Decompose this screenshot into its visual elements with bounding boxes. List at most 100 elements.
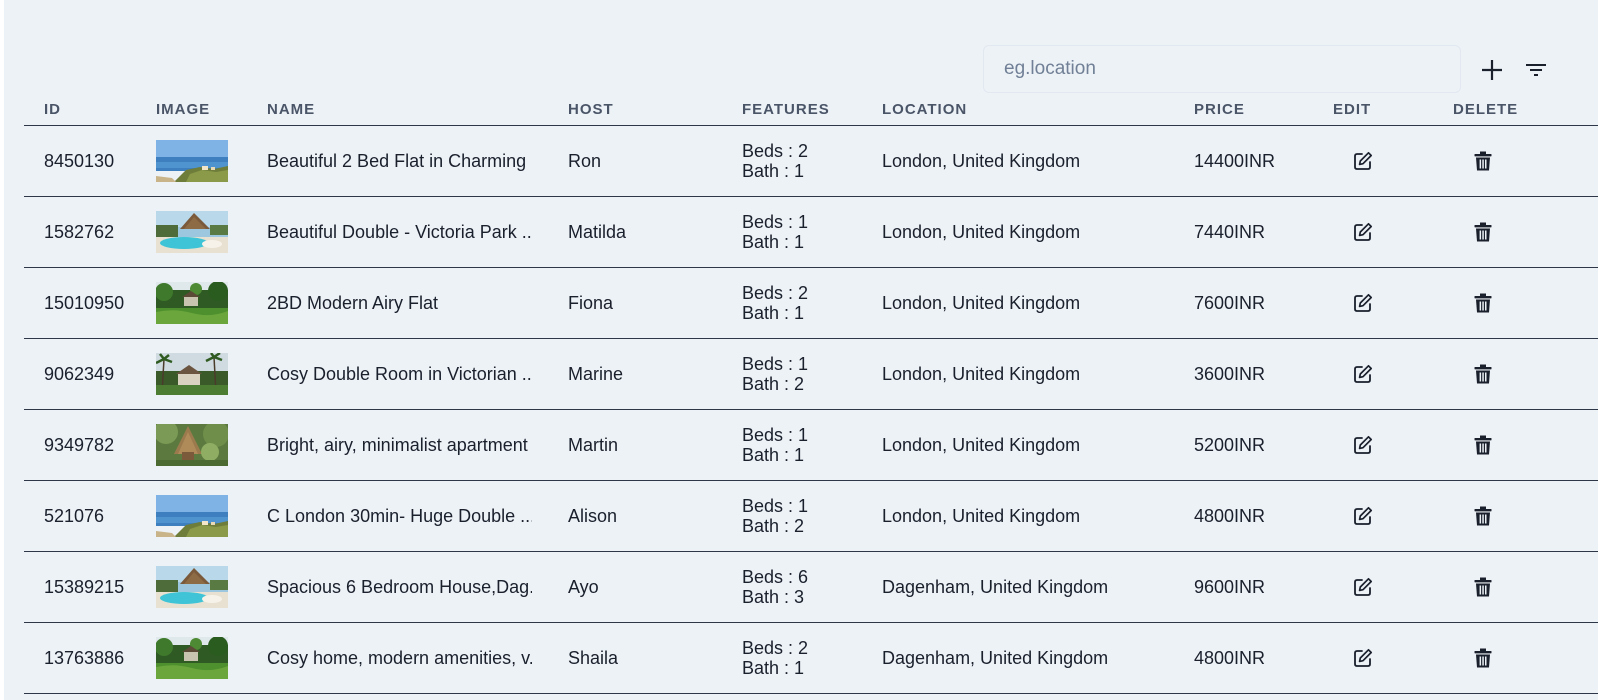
listing-name: C London 30min- Huge Double ... xyxy=(267,505,532,526)
edit-cell xyxy=(1350,410,1376,480)
listing-image-cell xyxy=(156,197,228,267)
table-row[interactable]: 15010950 2BD Modern Airy Flat Fiona Beds… xyxy=(24,268,1598,339)
delete-button[interactable] xyxy=(1470,290,1496,316)
edit-button[interactable] xyxy=(1350,432,1376,458)
filter-button[interactable] xyxy=(1519,53,1553,87)
listing-image xyxy=(156,637,228,679)
delete-cell xyxy=(1470,623,1496,693)
column-header-location[interactable]: LOCATION xyxy=(882,101,967,118)
delete-button[interactable] xyxy=(1470,361,1496,387)
bath-count: Bath : 2 xyxy=(742,374,805,394)
table-row[interactable]: 9062349 Cosy Double Room in Victorian ..… xyxy=(24,339,1598,410)
delete-button[interactable] xyxy=(1470,219,1496,245)
listing-image xyxy=(156,140,228,182)
listing-id: 15010950 xyxy=(44,292,125,313)
edit-cell xyxy=(1350,268,1376,338)
delete-cell xyxy=(1470,481,1496,551)
delete-button[interactable] xyxy=(1470,503,1496,529)
listing-location: London, United Kingdom xyxy=(882,434,1081,455)
table-header: ID IMAGE NAME HOST FEATURES LOCATION PRI… xyxy=(24,98,1598,126)
delete-button[interactable] xyxy=(1470,574,1496,600)
plus-icon xyxy=(1482,60,1502,80)
listing-name: Cosy Double Room in Victorian ... xyxy=(267,363,532,384)
column-header-name[interactable]: NAME xyxy=(267,101,315,118)
listing-price: 9600INR xyxy=(1194,576,1266,597)
listing-price: 4800INR xyxy=(1194,505,1266,526)
listing-price: 7600INR xyxy=(1194,292,1266,313)
table-body: 8450130 Beautiful 2 Bed Flat in Charming… xyxy=(24,126,1598,694)
table-row[interactable]: 1582762 Beautiful Double - Victoria Park… xyxy=(24,197,1598,268)
listing-id: 13763886 xyxy=(44,647,125,668)
beds-count: Beds : 2 xyxy=(742,283,809,303)
listing-host: Ayo xyxy=(568,576,599,597)
listing-host: Alison xyxy=(568,505,618,526)
delete-cell xyxy=(1470,339,1496,409)
column-header-delete: DELETE xyxy=(1453,101,1519,118)
edit-button[interactable] xyxy=(1350,148,1376,174)
edit-icon xyxy=(1354,435,1373,454)
listings-table: ID IMAGE NAME HOST FEATURES LOCATION PRI… xyxy=(24,98,1598,694)
table-row[interactable]: 521076 C London 30min- Huge Double ... A… xyxy=(24,481,1598,552)
trash-icon xyxy=(1474,577,1492,597)
delete-cell xyxy=(1470,410,1496,480)
listing-location: London, United Kingdom xyxy=(882,505,1081,526)
edit-cell xyxy=(1350,126,1376,196)
delete-button[interactable] xyxy=(1470,645,1496,671)
bath-count: Bath : 3 xyxy=(742,587,805,607)
edit-button[interactable] xyxy=(1350,574,1376,600)
listing-image-cell xyxy=(156,268,228,338)
listing-image-cell xyxy=(156,552,228,622)
listing-image xyxy=(156,424,228,466)
add-button[interactable] xyxy=(1475,53,1509,87)
listing-name: Bright, airy, minimalist apartment xyxy=(267,434,528,455)
listing-host: Martin xyxy=(568,434,619,455)
table-row[interactable]: 8450130 Beautiful 2 Bed Flat in Charming… xyxy=(24,126,1598,197)
bath-count: Bath : 1 xyxy=(742,445,805,465)
column-header-price[interactable]: PRICE xyxy=(1194,101,1245,118)
edit-icon xyxy=(1354,577,1373,596)
listing-features: Beds : 6 Bath : 3 xyxy=(742,552,808,622)
delete-button[interactable] xyxy=(1470,148,1496,174)
listing-image-cell xyxy=(156,481,228,551)
listing-location: London, United Kingdom xyxy=(882,292,1081,313)
edit-button[interactable] xyxy=(1350,290,1376,316)
listing-price: 3600INR xyxy=(1194,363,1266,384)
toolbar xyxy=(983,45,1546,95)
edit-button[interactable] xyxy=(1350,219,1376,245)
listing-name: Spacious 6 Bedroom House,Dag... xyxy=(267,576,532,597)
trash-icon xyxy=(1474,435,1492,455)
edit-icon xyxy=(1354,222,1373,241)
edit-button[interactable] xyxy=(1350,361,1376,387)
delete-cell xyxy=(1470,268,1496,338)
column-header-id[interactable]: ID xyxy=(44,101,61,118)
edit-icon xyxy=(1354,151,1373,170)
delete-button[interactable] xyxy=(1470,432,1496,458)
column-header-features[interactable]: FEATURES xyxy=(742,101,830,118)
listing-id: 15389215 xyxy=(44,576,125,597)
listing-name: Beautiful 2 Bed Flat in Charming ... xyxy=(267,150,532,171)
listing-features: Beds : 2 Bath : 1 xyxy=(742,623,808,693)
listing-image xyxy=(156,211,228,253)
listing-image-cell xyxy=(156,339,228,409)
listing-features: Beds : 1 Bath : 1 xyxy=(742,197,808,267)
table-row[interactable]: 13763886 Cosy home, modern amenities, v.… xyxy=(24,623,1598,694)
column-header-image[interactable]: IMAGE xyxy=(156,101,210,118)
edit-cell xyxy=(1350,339,1376,409)
edit-button[interactable] xyxy=(1350,503,1376,529)
listing-id: 521076 xyxy=(44,505,105,526)
table-row[interactable]: 9349782 Bright, airy, minimalist apartme… xyxy=(24,410,1598,481)
edit-cell xyxy=(1350,481,1376,551)
listing-id: 9062349 xyxy=(44,363,115,384)
edit-button[interactable] xyxy=(1350,645,1376,671)
table-row[interactable]: 15389215 Spacious 6 Bedroom House,Dag...… xyxy=(24,552,1598,623)
listing-host: Shaila xyxy=(568,647,619,668)
delete-cell xyxy=(1470,197,1496,267)
edit-icon xyxy=(1354,293,1373,312)
column-header-host[interactable]: HOST xyxy=(568,101,614,118)
edit-icon xyxy=(1354,506,1373,525)
trash-icon xyxy=(1474,151,1492,171)
listing-features: Beds : 2 Bath : 1 xyxy=(742,126,808,196)
listing-location: London, United Kingdom xyxy=(882,150,1081,171)
search-input[interactable] xyxy=(983,45,1461,93)
listing-image-cell xyxy=(156,623,228,693)
